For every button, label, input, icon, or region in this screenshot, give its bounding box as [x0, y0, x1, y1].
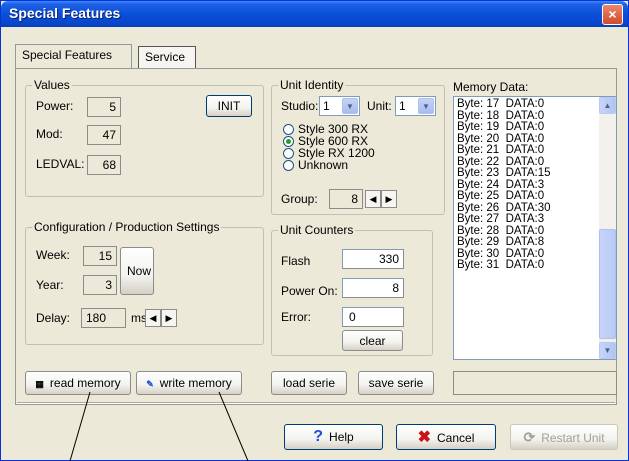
- memory-data-list[interactable]: Byte: 17 DATA:0 Byte: 18 DATA:0 Byte: 19 D…: [453, 96, 617, 360]
- memory-chip-icon: ▦: [35, 379, 44, 389]
- unit-value: 1: [399, 99, 406, 113]
- power-label: Power:: [36, 99, 74, 113]
- title-bar[interactable]: Special Features ×: [1, 1, 628, 27]
- chevron-down-icon: ▼: [603, 346, 612, 355]
- flash-field[interactable]: 330: [342, 249, 404, 269]
- arrow-right-icon: ▶: [385, 194, 393, 204]
- power-on-field[interactable]: 8: [342, 278, 404, 298]
- memory-list-item[interactable]: Byte: 29 DATA:8: [457, 236, 593, 249]
- configuration-group-title: Configuration / Production Settings: [32, 220, 222, 234]
- chevron-down-icon: ▼: [418, 98, 434, 114]
- power-on-label: Power On:: [281, 284, 338, 298]
- write-memory-label: write memory: [159, 376, 232, 390]
- help-icon: ?: [313, 428, 324, 445]
- memory-list-item[interactable]: Byte: 31 DATA:0: [457, 259, 593, 272]
- memory-data-label: Memory Data:: [453, 80, 529, 94]
- now-button[interactable]: Now: [120, 247, 154, 295]
- write-memory-button[interactable]: ✎ write memory: [136, 371, 242, 395]
- window-title: Special Features: [9, 5, 121, 21]
- separator: [17, 402, 615, 404]
- radio-icon[interactable]: [283, 136, 294, 148]
- group-value: 8: [329, 189, 363, 209]
- unit-counters-group-title: Unit Counters: [278, 223, 356, 237]
- special-features-window: Special Features × Special Features Serv…: [0, 0, 629, 461]
- studio-select[interactable]: 1 ▼: [319, 96, 360, 116]
- write-chip-icon: ✎: [146, 379, 154, 389]
- style-radio-label: Unknown: [298, 158, 349, 172]
- cancel-label: Cancel: [437, 431, 475, 445]
- studio-label: Studio:: [281, 99, 319, 113]
- unit-select[interactable]: 1 ▼: [395, 96, 436, 116]
- scroll-up-button[interactable]: ▲: [599, 97, 616, 114]
- delay-label: Delay:: [36, 311, 71, 325]
- tab-special-features[interactable]: Special Features: [15, 44, 132, 69]
- error-label: Error:: [281, 310, 311, 324]
- chevron-up-icon: ▲: [603, 101, 612, 110]
- help-button[interactable]: ? Help: [284, 424, 383, 450]
- memory-list-item[interactable]: Byte: 25 DATA:0: [457, 190, 593, 203]
- read-memory-label: read memory: [49, 376, 121, 390]
- power-value: 5: [87, 97, 121, 117]
- flash-label: Flash: [281, 254, 311, 268]
- year-value: 3: [83, 275, 117, 295]
- mod-label: Mod:: [36, 127, 63, 141]
- radio-icon[interactable]: [283, 160, 294, 172]
- delay-decrement-button[interactable]: ◀: [145, 309, 161, 327]
- error-field[interactable]: 0: [342, 307, 404, 327]
- memory-scrollbar[interactable]: ▲ ▼: [599, 97, 616, 359]
- mod-value: 47: [87, 125, 121, 145]
- tab-label: Service: [145, 50, 186, 64]
- group-label: Group:: [281, 192, 318, 206]
- week-label: Week:: [36, 248, 70, 262]
- scroll-down-button[interactable]: ▼: [599, 342, 616, 359]
- group-decrement-button[interactable]: ◀: [365, 190, 381, 208]
- restart-unit-label: Restart Unit: [541, 430, 605, 445]
- refresh-icon: ⟳: [523, 428, 536, 445]
- tab-label: Special Features: [22, 48, 113, 62]
- help-label: Help: [329, 430, 354, 444]
- cancel-x-icon: ✖: [417, 429, 432, 446]
- delay-value: 180: [86, 311, 107, 325]
- group-increment-button[interactable]: ▶: [381, 190, 397, 208]
- read-memory-button[interactable]: ▦ read memory: [25, 371, 131, 395]
- arrow-left-icon: ◀: [369, 194, 377, 204]
- style-radio-option[interactable]: Unknown: [283, 158, 349, 172]
- memory-list-item[interactable]: Byte: 19 DATA:0: [457, 121, 593, 134]
- year-label: Year:: [36, 278, 64, 292]
- memory-list-item[interactable]: Byte: 17 DATA:0: [457, 98, 593, 111]
- unit-label: Unit:: [367, 99, 392, 113]
- delay-increment-button[interactable]: ▶: [161, 309, 177, 327]
- clear-button[interactable]: clear: [342, 330, 403, 351]
- unit-identity-group-title: Unit Identity: [278, 78, 346, 92]
- memory-list-item[interactable]: Byte: 27 DATA:3: [457, 213, 593, 226]
- memory-list-item[interactable]: Byte: 23 DATA:15: [457, 167, 593, 180]
- radio-icon[interactable]: [283, 148, 294, 160]
- arrow-right-icon: ▶: [165, 313, 173, 323]
- init-button[interactable]: INIT: [206, 95, 252, 117]
- delay-field: 180 ms: [81, 308, 147, 328]
- close-icon: ×: [608, 6, 617, 22]
- studio-value: 1: [323, 99, 330, 113]
- values-group-title: Values: [32, 78, 72, 92]
- close-button[interactable]: ×: [602, 4, 623, 25]
- chevron-down-icon: ▼: [342, 98, 358, 114]
- save-serie-button[interactable]: save serie: [358, 371, 434, 395]
- restart-unit-button[interactable]: ⟳ Restart Unit: [510, 424, 618, 450]
- week-value: 15: [83, 246, 117, 266]
- cancel-button[interactable]: ✖ Cancel: [396, 424, 496, 450]
- ledval-label: LEDVAL:: [36, 157, 85, 171]
- tab-service[interactable]: Service: [138, 46, 196, 68]
- scroll-thumb[interactable]: [599, 229, 616, 339]
- arrow-left-icon: ◀: [149, 313, 157, 323]
- radio-icon[interactable]: [283, 124, 294, 136]
- load-serie-button[interactable]: load serie: [271, 371, 347, 395]
- status-box: [453, 371, 617, 395]
- memory-list-item[interactable]: Byte: 21 DATA:0: [457, 144, 593, 157]
- ledval-value: 68: [87, 155, 121, 175]
